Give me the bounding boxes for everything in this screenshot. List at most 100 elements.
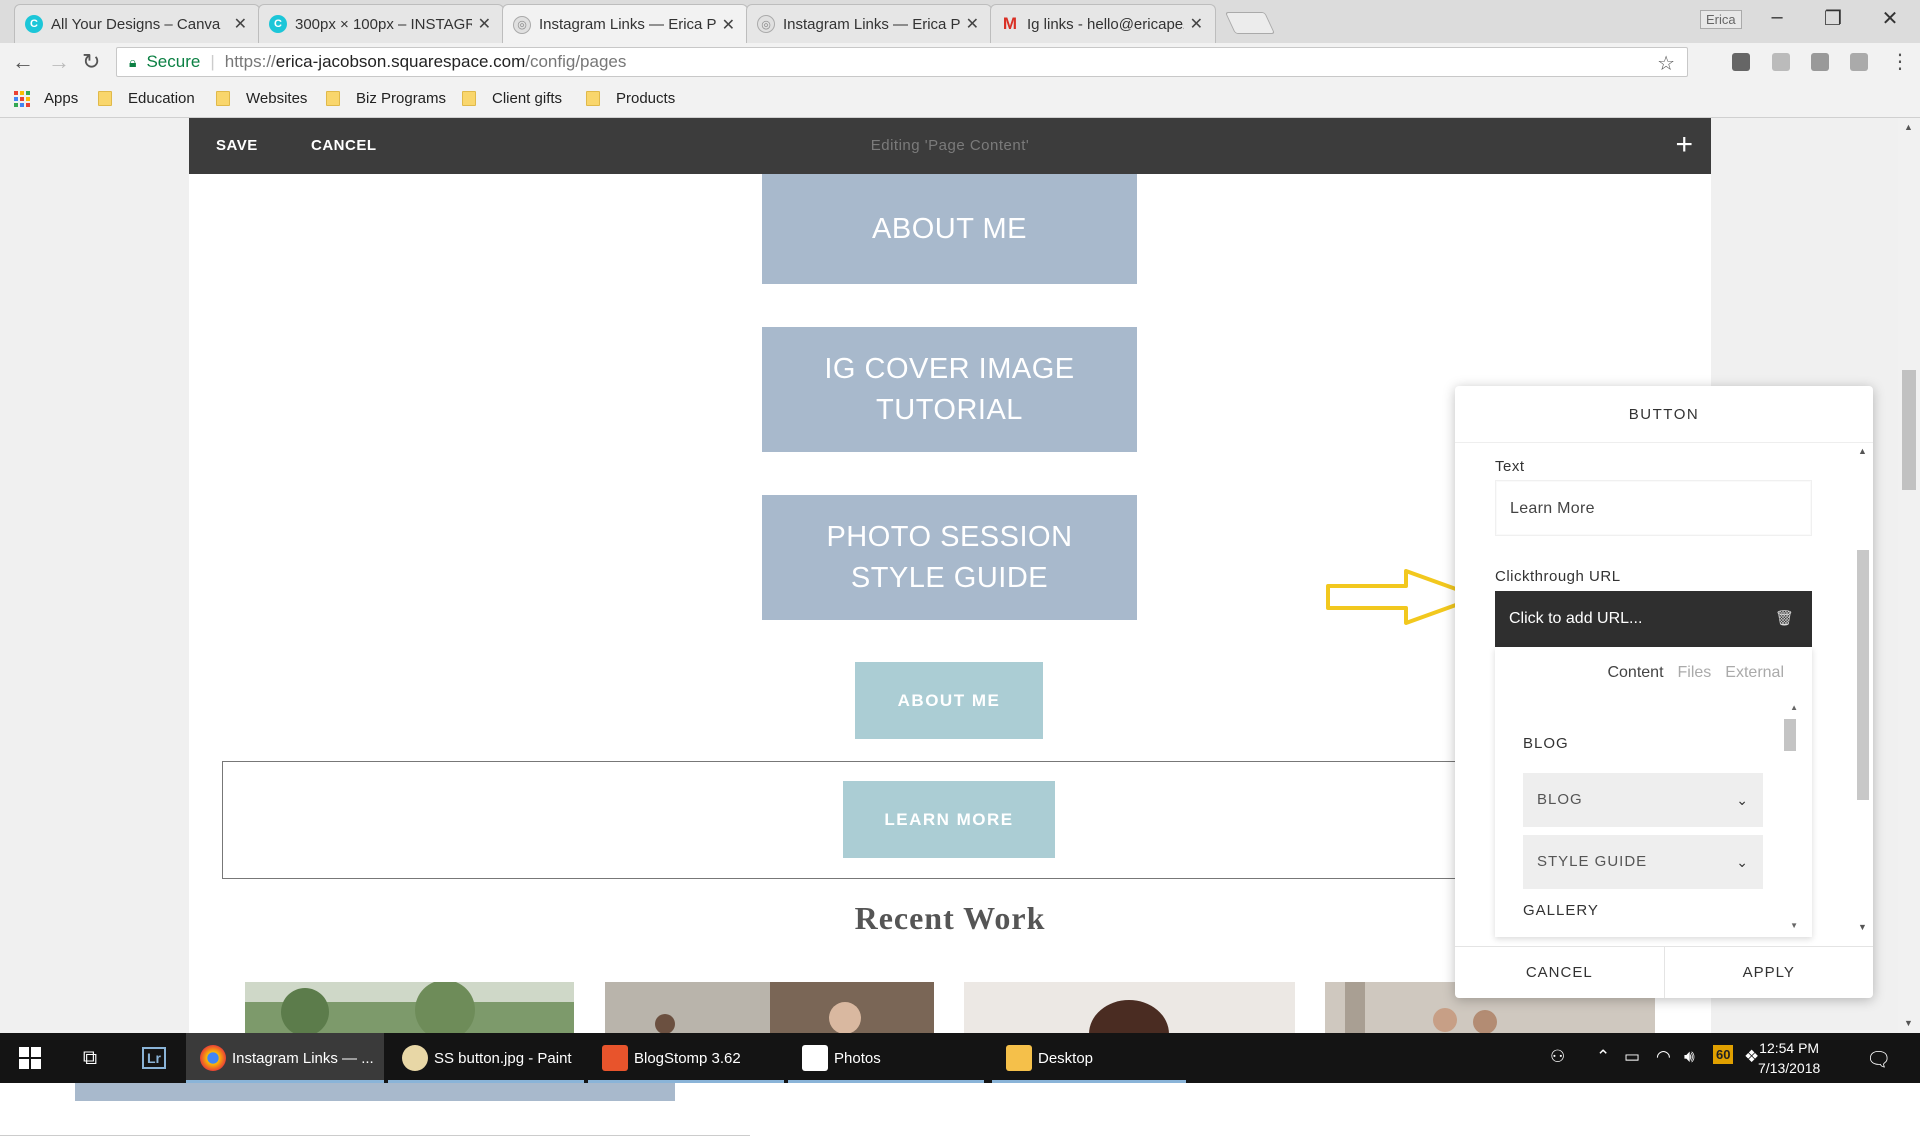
chevron-down-icon[interactable]: ⌄ bbox=[1736, 773, 1749, 827]
plus-icon[interactable]: + bbox=[1675, 128, 1693, 162]
close-icon[interactable]: ✕ bbox=[478, 14, 491, 34]
bookmark-label: Apps bbox=[44, 90, 79, 107]
button-settings-panel: BUTTON ▲ Text Learn More Clickthrough UR… bbox=[1455, 386, 1873, 998]
profile-button[interactable]: Erica bbox=[1700, 10, 1742, 29]
folder-icon bbox=[326, 91, 340, 106]
scroll-up-arrow-icon[interactable]: ▲ bbox=[1904, 122, 1913, 132]
bookmark-apps[interactable]: Apps bbox=[14, 90, 78, 107]
extension-icon[interactable] bbox=[1811, 53, 1829, 71]
reload-icon[interactable]: ↻ bbox=[82, 49, 100, 75]
scroll-down-arrow-icon[interactable]: ▼ bbox=[1858, 922, 1867, 932]
forward-arrow-icon[interactable]: → bbox=[48, 49, 70, 75]
window-close-icon[interactable]: ✕ bbox=[1870, 6, 1910, 31]
taskbar-app-desktop[interactable]: Desktop bbox=[992, 1033, 1186, 1083]
back-arrow-icon[interactable]: ← bbox=[12, 49, 34, 75]
secure-label: Secure bbox=[146, 52, 201, 71]
browser-tab[interactable]: ◎ Instagram Links — Erica P ✕ bbox=[746, 4, 992, 43]
button-text-input[interactable]: Learn More bbox=[1495, 480, 1812, 536]
clock-date: 7/13/2018 bbox=[1758, 1060, 1821, 1076]
tab-files[interactable]: Files bbox=[1678, 664, 1712, 682]
taskbar-app-blogstomp[interactable]: BlogStomp 3.62 bbox=[588, 1033, 784, 1083]
bookmark-label: Biz Programs bbox=[356, 90, 447, 107]
about-me-small-button[interactable]: ABOUT ME bbox=[855, 662, 1043, 739]
browser-tab-active[interactable]: ◎ Instagram Links — Erica P ✕ bbox=[502, 4, 748, 44]
maximize-icon[interactable]: ❐ bbox=[1813, 6, 1853, 31]
minimize-icon[interactable]: – bbox=[1757, 6, 1797, 29]
dropdown-scrollbar-thumb[interactable] bbox=[1784, 719, 1796, 751]
canva-icon: C bbox=[25, 15, 43, 33]
taskbar-app-label: Photos bbox=[834, 1049, 881, 1067]
ig-cover-tutorial-button[interactable]: IG COVER IMAGE TUTORIAL bbox=[762, 327, 1137, 452]
tray-badge[interactable]: 60 bbox=[1713, 1045, 1734, 1064]
bookmark-folder[interactable]: Websites bbox=[216, 90, 307, 107]
bookmark-folder[interactable]: Products bbox=[586, 90, 675, 107]
lightroom-icon[interactable]: Lr bbox=[136, 1033, 172, 1083]
panel-apply-button[interactable]: APPLY bbox=[1665, 947, 1874, 998]
bookmark-label: Products bbox=[616, 90, 676, 107]
system-clock[interactable]: 12:54 PM 7/13/2018 bbox=[1758, 1038, 1820, 1078]
wifi-icon[interactable]: ◠ bbox=[1656, 1047, 1671, 1067]
gallery-photo[interactable] bbox=[605, 982, 934, 1034]
url-scheme: https:// bbox=[224, 52, 276, 71]
gallery-photo[interactable] bbox=[245, 982, 574, 1034]
folder-icon bbox=[1006, 1045, 1032, 1071]
clickthrough-url-field[interactable]: Click to add URL... 🗑︎ bbox=[1495, 591, 1812, 647]
bookmark-folder[interactable]: Education bbox=[98, 90, 195, 107]
page-item-style-guide[interactable]: STYLE GUIDE ⌄ bbox=[1523, 835, 1763, 889]
battery-icon[interactable]: ▭ bbox=[1624, 1047, 1640, 1067]
windows-start-icon[interactable] bbox=[10, 1033, 50, 1083]
bottom-strip bbox=[0, 1083, 1920, 1136]
chevron-up-icon[interactable]: ⌃ bbox=[1596, 1047, 1610, 1067]
section-heading-gallery: GALLERY bbox=[1523, 902, 1599, 919]
bookmark-folder[interactable]: Client gifts bbox=[462, 90, 562, 107]
scroll-up-arrow-icon[interactable]: ▲ bbox=[1790, 703, 1798, 712]
close-icon[interactable]: ✕ bbox=[1190, 14, 1203, 34]
people-icon[interactable]: ⚇ bbox=[1550, 1047, 1565, 1067]
scroll-down-arrow-icon[interactable]: ▼ bbox=[1904, 1018, 1913, 1028]
task-view-icon[interactable]: ⧉ bbox=[70, 1033, 110, 1083]
taskbar-app-paint[interactable]: SS button.jpg - Paint bbox=[388, 1033, 584, 1083]
browser-tab[interactable]: C All Your Designs – Canva ✕ bbox=[14, 4, 260, 43]
page-item-label: BLOG bbox=[1537, 791, 1583, 808]
blogstomp-icon bbox=[602, 1045, 628, 1071]
browser-tab[interactable]: C 300px × 100px – INSTAGR ✕ bbox=[258, 4, 504, 43]
tab-label: 300px × 100px – INSTAGR bbox=[295, 15, 472, 33]
browser-tab[interactable]: M Ig links - hello@ericapez ✕ bbox=[990, 4, 1216, 43]
learn-more-button[interactable]: LEARN MORE bbox=[843, 781, 1055, 858]
bookmark-star-icon[interactable]: ☆ bbox=[1657, 51, 1675, 76]
close-icon[interactable]: ✕ bbox=[722, 15, 735, 35]
menu-dots-icon[interactable]: ⋮ bbox=[1890, 49, 1910, 74]
page-item-blog[interactable]: BLOG ⌄ bbox=[1523, 773, 1763, 827]
extension-icon[interactable] bbox=[1772, 53, 1790, 71]
tab-external[interactable]: External bbox=[1725, 664, 1784, 682]
close-icon[interactable]: ✕ bbox=[234, 14, 247, 34]
taskbar-app-chrome[interactable]: Instagram Links — ... bbox=[186, 1033, 384, 1083]
panel-scrollbar-thumb[interactable] bbox=[1857, 550, 1869, 800]
scroll-down-arrow-icon[interactable]: ▼ bbox=[1790, 921, 1798, 930]
bookmark-folder[interactable]: Biz Programs bbox=[326, 90, 446, 107]
dropbox-icon[interactable]: ❖ bbox=[1744, 1047, 1759, 1067]
squarespace-icon: ◎ bbox=[757, 15, 775, 33]
volume-icon[interactable]: 🔊︎ bbox=[1684, 1047, 1695, 1067]
trash-icon[interactable]: 🗑︎ bbox=[1775, 591, 1794, 647]
close-icon[interactable]: ✕ bbox=[966, 14, 979, 34]
gmail-icon: M bbox=[1002, 14, 1018, 33]
about-me-button[interactable]: ABOUT ME bbox=[762, 174, 1137, 284]
photo-session-style-guide-button[interactable]: PHOTO SESSION STYLE GUIDE bbox=[762, 495, 1137, 620]
pocket-extension-icon[interactable] bbox=[1850, 53, 1868, 71]
new-tab-button[interactable] bbox=[1224, 12, 1276, 34]
panel-cancel-button[interactable]: CANCEL bbox=[1455, 947, 1665, 998]
photos-icon bbox=[802, 1045, 828, 1071]
clickthrough-url-label: Clickthrough URL bbox=[1495, 568, 1621, 585]
tab-content[interactable]: Content bbox=[1607, 664, 1663, 682]
chevron-down-icon[interactable]: ⌄ bbox=[1736, 835, 1749, 889]
gallery-photo[interactable] bbox=[964, 982, 1295, 1034]
address-separator: | bbox=[210, 52, 215, 71]
notifications-icon[interactable]: 🗨︎ bbox=[1866, 1047, 1891, 1072]
scrollbar-thumb[interactable] bbox=[1902, 370, 1916, 490]
address-bar[interactable]: 🔒︎ Secure | https:// erica-jacobson.squa… bbox=[116, 47, 1688, 77]
evernote-extension-icon[interactable] bbox=[1732, 53, 1750, 71]
taskbar-app-photos[interactable]: Photos bbox=[788, 1033, 984, 1083]
scroll-up-arrow-icon[interactable]: ▲ bbox=[1858, 446, 1867, 456]
page-scrollbar[interactable]: ▲ ▼ bbox=[1898, 118, 1920, 1033]
